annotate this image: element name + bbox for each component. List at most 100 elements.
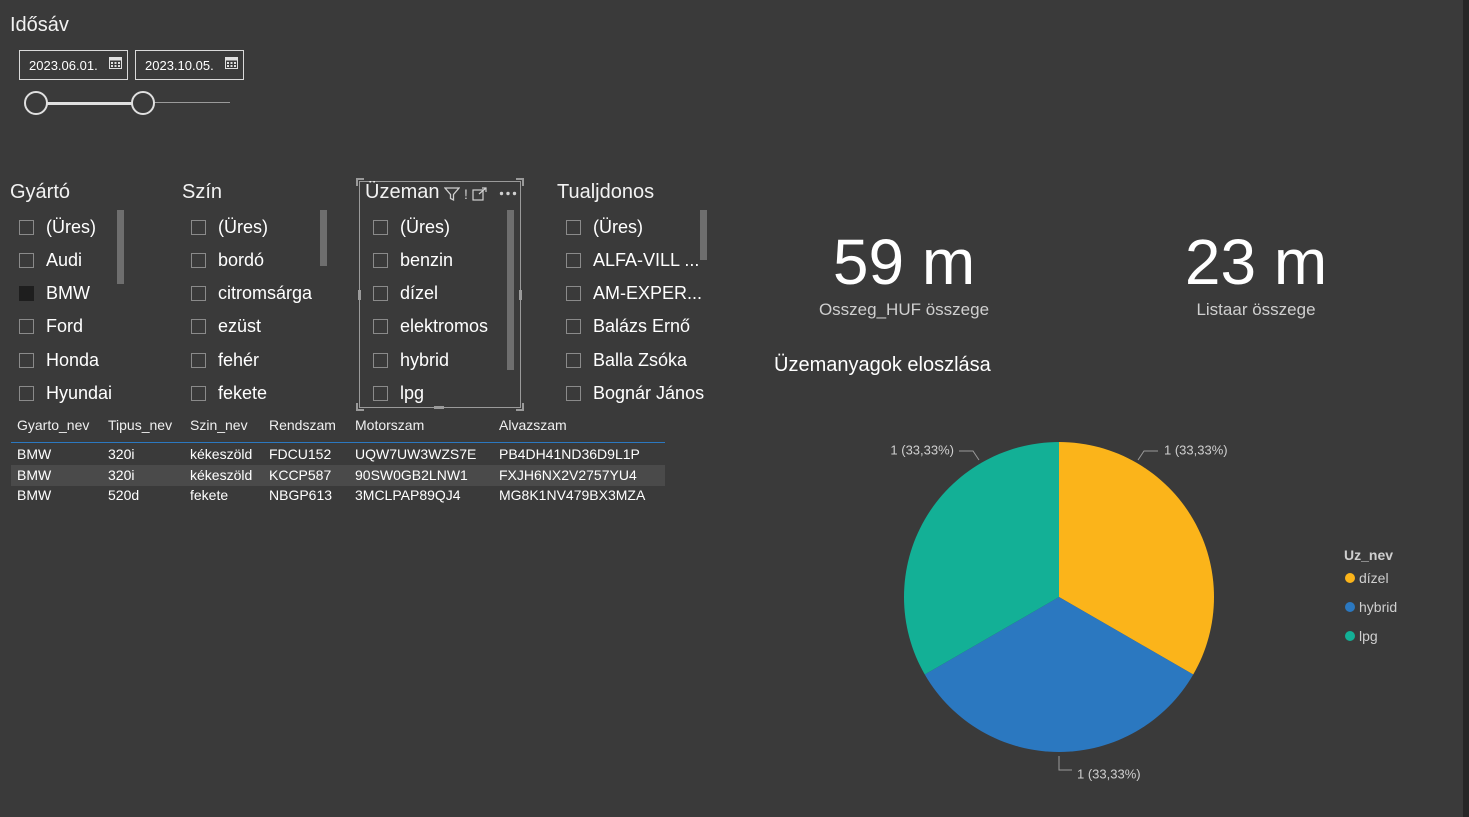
fuel-slicer-item[interactable]: lpg bbox=[373, 382, 424, 406]
legend-item[interactable]: dízel bbox=[1345, 570, 1389, 586]
owner-slicer-scrollbar[interactable] bbox=[700, 210, 707, 260]
color-slicer-item[interactable]: (Üres) bbox=[191, 215, 268, 239]
table-row[interactable]: BMW 320i kékeszöld FDCU152 UQW7UW3WZS7E PB4DH… bbox=[11, 444, 665, 465]
table-cell: BMW bbox=[17, 466, 52, 483]
checkbox[interactable] bbox=[373, 286, 388, 302]
manufacturer-slicer-item[interactable]: Hyundai bbox=[19, 382, 112, 406]
fuel-slicer-item[interactable]: dízel bbox=[373, 282, 438, 306]
checkbox[interactable] bbox=[191, 252, 206, 268]
date-range-slider-selected[interactable] bbox=[36, 102, 143, 105]
owner-slicer-item[interactable]: (Üres) bbox=[566, 215, 643, 239]
checkbox[interactable] bbox=[373, 386, 388, 401]
checkbox[interactable] bbox=[191, 386, 206, 401]
resize-handle-top-left[interactable] bbox=[356, 178, 364, 186]
table-row[interactable]: BMW 320i kékeszöld KCCP587 90SW0GB2LNW1 FXJH6… bbox=[11, 464, 665, 486]
color-slicer-item[interactable]: fekete bbox=[191, 382, 267, 406]
legend-marker bbox=[1345, 602, 1355, 612]
resize-handle-bottom[interactable] bbox=[434, 406, 444, 409]
table-cell: FDCU152 bbox=[269, 446, 332, 462]
resize-handle-top-right[interactable] bbox=[516, 178, 524, 186]
resize-handle-bottom-right[interactable] bbox=[516, 403, 524, 411]
manufacturer-slicer-item[interactable]: (Üres) bbox=[19, 215, 96, 239]
column-header-motorszam[interactable]: Motorszam bbox=[355, 417, 424, 433]
focus-mode-icon[interactable] bbox=[472, 187, 488, 201]
more-options-icon[interactable] bbox=[499, 191, 517, 196]
pie-data-label: 1 (33,33%) bbox=[890, 442, 954, 457]
manufacturer-slicer-scrollbar[interactable] bbox=[117, 210, 124, 284]
checkbox[interactable] bbox=[191, 352, 206, 368]
checkbox[interactable] bbox=[373, 219, 388, 235]
fuel-slicer-item[interactable]: elektromos bbox=[373, 315, 488, 339]
table-cell: KCCP587 bbox=[269, 466, 332, 483]
resize-handle-left[interactable] bbox=[358, 290, 361, 300]
checkbox[interactable] bbox=[566, 319, 581, 335]
checkbox[interactable] bbox=[19, 252, 34, 268]
legend-item[interactable]: lpg bbox=[1345, 628, 1378, 644]
column-header-szin[interactable]: Szin_nev bbox=[190, 417, 248, 433]
checkbox[interactable] bbox=[19, 286, 34, 302]
date-range-slider-track[interactable] bbox=[143, 102, 230, 103]
end-date-input[interactable]: 2023.10.05. bbox=[135, 50, 244, 80]
color-slicer-title: Szín bbox=[182, 181, 223, 203]
calendar-icon[interactable] bbox=[225, 57, 238, 69]
slicer-item-label: dízel bbox=[400, 283, 439, 304]
column-header-alvazszam[interactable]: Alvazszam bbox=[499, 417, 567, 433]
start-date-input[interactable]: 2023.06.01. bbox=[19, 50, 128, 80]
slicer-item-label: (Üres) bbox=[593, 216, 643, 237]
checkbox[interactable] bbox=[566, 286, 581, 302]
resize-handle-bottom-left[interactable] bbox=[356, 403, 364, 411]
calendar-icon[interactable] bbox=[109, 57, 122, 69]
owner-slicer-item[interactable]: ALFA-VILL ... bbox=[566, 248, 699, 272]
manufacturer-slicer-item[interactable]: Honda bbox=[19, 348, 99, 372]
owner-slicer-item[interactable]: Balla Zsóka bbox=[566, 348, 687, 372]
fuel-slicer-item[interactable]: benzin bbox=[373, 248, 453, 272]
filter-icon[interactable] bbox=[444, 186, 460, 202]
column-header-gyarto[interactable]: Gyarto_nev bbox=[17, 417, 89, 433]
checkbox[interactable] bbox=[566, 219, 581, 235]
fuel-slicer-scrollbar[interactable] bbox=[507, 210, 514, 370]
slicer-item-label: (Üres) bbox=[218, 216, 268, 237]
manufacturer-slicer-item[interactable]: Ford bbox=[19, 315, 83, 339]
column-header-rendszam[interactable]: Rendszam bbox=[269, 417, 336, 433]
checkbox[interactable] bbox=[373, 252, 388, 268]
fuel-slicer-item[interactable]: (Üres) bbox=[373, 215, 450, 239]
fuel-slicer-item[interactable]: hybrid bbox=[373, 348, 449, 372]
manufacturer-slicer-item[interactable]: BMW bbox=[19, 282, 90, 306]
owner-slicer-item[interactable]: AM-EXPER... bbox=[566, 282, 702, 306]
checkbox[interactable] bbox=[373, 352, 388, 368]
owner-slicer-item[interactable]: Bognár János bbox=[566, 382, 704, 406]
manufacturer-slicer-item[interactable]: Audi bbox=[19, 248, 82, 272]
pie-data-label: 1 (33,33%) bbox=[1077, 766, 1141, 781]
color-slicer-item[interactable]: bordó bbox=[191, 248, 264, 272]
slicer-item-label: BMW bbox=[46, 283, 90, 304]
table-row[interactable]: BMW 520d fekete NBGP613 3MCLPAP89QJ4 MG8K1NV4… bbox=[11, 485, 665, 506]
end-slider-handle[interactable] bbox=[131, 91, 155, 115]
color-slicer-scrollbar[interactable] bbox=[320, 210, 327, 266]
table-cell: fekete bbox=[190, 487, 229, 503]
owner-slicer-item[interactable]: Balázs Ernő bbox=[566, 315, 690, 339]
table-cell: kékeszöld bbox=[190, 446, 253, 462]
checkbox[interactable] bbox=[191, 286, 206, 302]
checkbox[interactable] bbox=[19, 319, 34, 335]
checkbox[interactable] bbox=[19, 219, 34, 235]
resize-handle-right[interactable] bbox=[519, 290, 522, 300]
column-header-tipus[interactable]: Tipus_nev bbox=[108, 417, 172, 433]
data-label-leader-line bbox=[959, 450, 980, 461]
checkbox[interactable] bbox=[191, 319, 206, 335]
checkbox[interactable] bbox=[566, 252, 581, 268]
color-slicer-item[interactable]: ezüst bbox=[191, 315, 261, 339]
checkbox[interactable] bbox=[19, 386, 34, 401]
table-cell: kékeszöld bbox=[190, 466, 253, 483]
start-slider-handle[interactable] bbox=[24, 91, 48, 115]
checkbox[interactable] bbox=[191, 219, 206, 235]
checkbox[interactable] bbox=[19, 352, 34, 368]
color-slicer-item[interactable]: citromsárga bbox=[191, 282, 312, 306]
report-frame-edge bbox=[1463, 0, 1469, 817]
legend-item[interactable]: hybrid bbox=[1345, 599, 1397, 615]
color-slicer-item[interactable]: fehér bbox=[191, 348, 259, 372]
checkbox[interactable] bbox=[566, 386, 581, 401]
checkbox[interactable] bbox=[373, 319, 388, 335]
checkbox[interactable] bbox=[566, 352, 581, 368]
slicer-item-label: citromsárga bbox=[218, 283, 313, 304]
slicer-item-label: ezüst bbox=[218, 316, 262, 337]
